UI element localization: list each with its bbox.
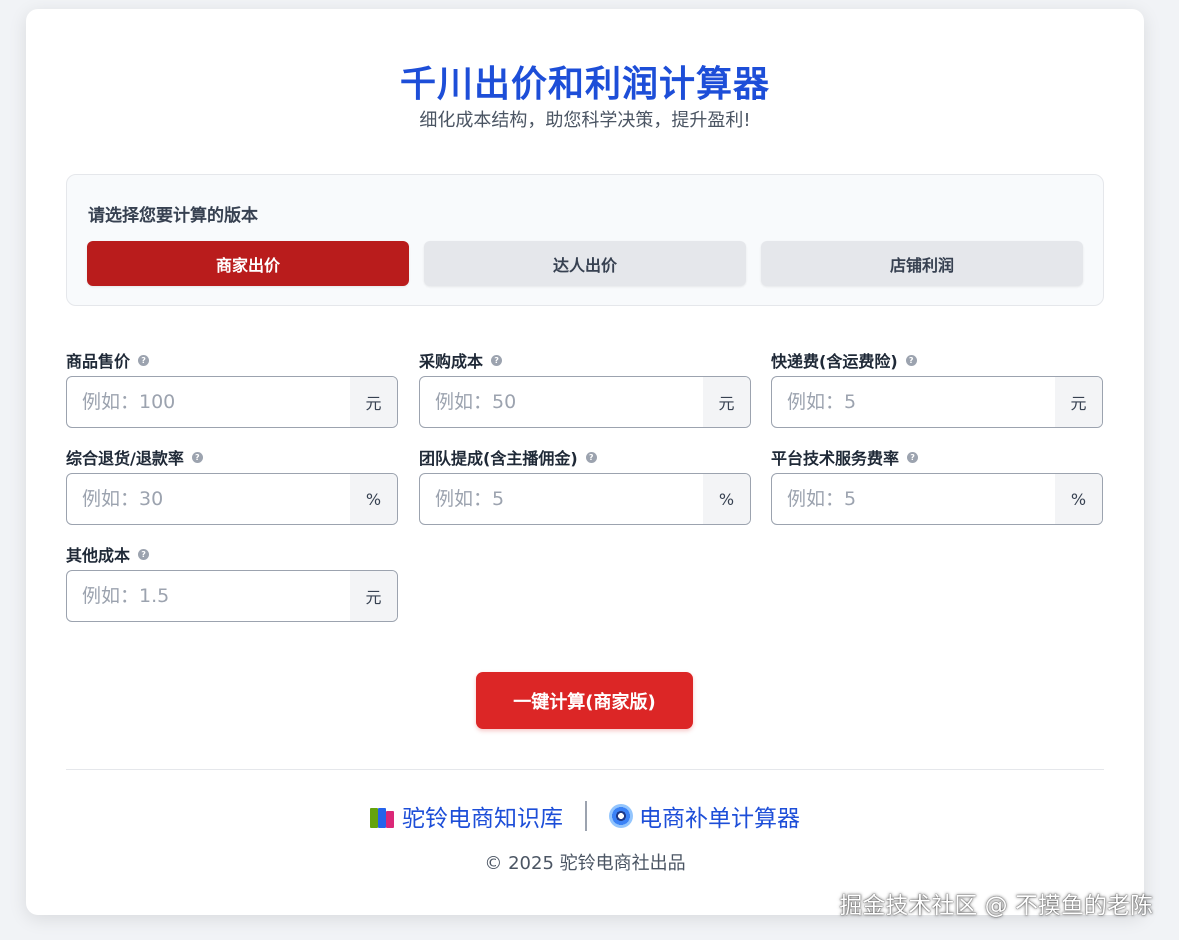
version-label: 请选择您要计算的版本 <box>88 201 258 226</box>
selling-price-label: 商品售价 ? <box>66 348 149 372</box>
version-store-profit-button[interactable]: 店铺利润 <box>761 241 1083 286</box>
calculator-card: 千川出价和利润计算器 细化成本结构，助您科学决策，提升盈利! 请选择您要计算的版… <box>26 9 1144 915</box>
team-commission-input[interactable] <box>420 474 703 524</box>
team-commission-label: 团队提成(含主播佣金) ? <box>419 445 597 469</box>
help-icon[interactable]: ? <box>138 355 149 366</box>
team-commission-field: % <box>419 473 751 525</box>
platform-fee-label-text: 平台技术服务费率 <box>771 445 899 469</box>
shipping-fee-label-text: 快递费(含运费险) <box>771 348 898 372</box>
platform-fee-unit: % <box>1055 474 1102 524</box>
platform-fee-field: % <box>771 473 1103 525</box>
help-icon[interactable]: ? <box>586 452 597 463</box>
other-cost-input[interactable] <box>67 571 350 621</box>
refund-rate-label: 综合退货/退款率 ? <box>66 445 203 469</box>
knowledge-base-link-text: 驼铃电商知识库 <box>402 799 563 833</box>
shipping-fee-field: 元 <box>771 376 1103 428</box>
platform-fee-input[interactable] <box>772 474 1055 524</box>
team-commission-unit: % <box>703 474 750 524</box>
refund-rate-unit: % <box>350 474 397 524</box>
copyright: © 2025 驼铃电商社出品 <box>26 849 1144 875</box>
watermark: 掘金技术社区 @ 不摸鱼的老陈 <box>839 886 1153 920</box>
link-separator <box>585 801 587 831</box>
shipping-fee-unit: 元 <box>1055 377 1102 427</box>
help-icon[interactable]: ? <box>491 355 502 366</box>
platform-fee-label: 平台技术服务费率 ? <box>771 445 918 469</box>
disc-icon <box>609 804 633 828</box>
selling-price-input[interactable] <box>67 377 350 427</box>
selling-price-field: 元 <box>66 376 398 428</box>
divider <box>66 769 1104 770</box>
other-cost-field: 元 <box>66 570 398 622</box>
knowledge-base-link[interactable]: 驼铃电商知识库 <box>370 799 563 833</box>
other-cost-unit: 元 <box>350 571 397 621</box>
purchase-cost-field: 元 <box>419 376 751 428</box>
selling-price-label-text: 商品售价 <box>66 348 130 372</box>
help-icon[interactable]: ? <box>138 549 149 560</box>
purchase-cost-input[interactable] <box>420 377 703 427</box>
footer-links: 驼铃电商知识库 电商补单计算器 <box>26 799 1144 833</box>
page-subtitle: 细化成本结构，助您科学决策，提升盈利! <box>26 106 1144 132</box>
refund-rate-field: % <box>66 473 398 525</box>
selling-price-unit: 元 <box>350 377 397 427</box>
order-calculator-link-text: 电商补单计算器 <box>639 799 800 833</box>
version-merchant-button[interactable]: 商家出价 <box>87 241 409 286</box>
other-cost-label-text: 其他成本 <box>66 542 130 566</box>
other-cost-label: 其他成本 ? <box>66 542 149 566</box>
refund-rate-input[interactable] <box>67 474 350 524</box>
order-calculator-link[interactable]: 电商补单计算器 <box>609 799 800 833</box>
version-selector: 请选择您要计算的版本 商家出价 达人出价 店铺利润 <box>66 174 1104 306</box>
purchase-cost-label-text: 采购成本 <box>419 348 483 372</box>
help-icon[interactable]: ? <box>192 452 203 463</box>
calculate-button[interactable]: 一键计算(商家版) <box>476 672 693 729</box>
purchase-cost-label: 采购成本 ? <box>419 348 502 372</box>
help-icon[interactable]: ? <box>906 355 917 366</box>
books-icon <box>370 804 396 828</box>
shipping-fee-input[interactable] <box>772 377 1055 427</box>
page-title: 千川出价和利润计算器 <box>26 55 1144 107</box>
team-commission-label-text: 团队提成(含主播佣金) <box>419 445 578 469</box>
purchase-cost-unit: 元 <box>703 377 750 427</box>
help-icon[interactable]: ? <box>907 452 918 463</box>
refund-rate-label-text: 综合退货/退款率 <box>66 445 184 469</box>
version-influencer-button[interactable]: 达人出价 <box>424 241 746 286</box>
shipping-fee-label: 快递费(含运费险) ? <box>771 348 917 372</box>
